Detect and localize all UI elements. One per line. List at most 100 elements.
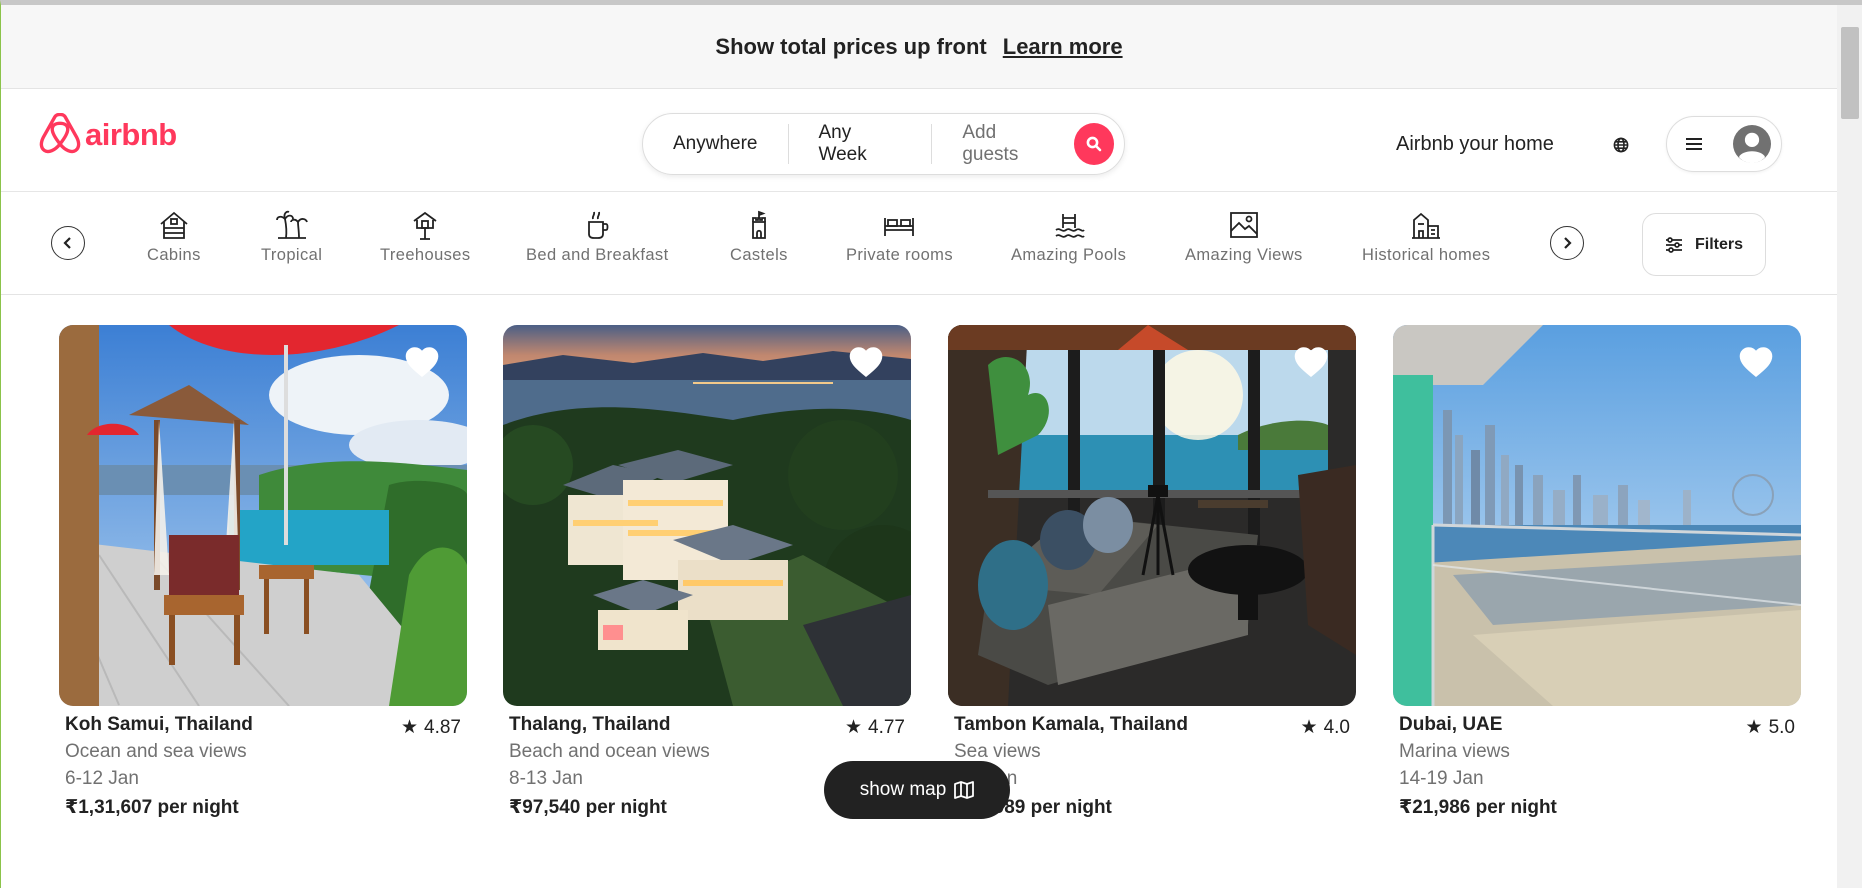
palm-tree-icon: [275, 210, 308, 239]
listing-rating: ★ 4.0: [1301, 716, 1350, 739]
listing-photo[interactable]: [59, 325, 467, 706]
globe-icon: [1613, 137, 1629, 153]
category-label: Private rooms: [846, 246, 953, 264]
listing-photo[interactable]: [503, 325, 911, 706]
rating-value: 4.77: [868, 716, 905, 738]
scrollbar-thumb[interactable]: [1841, 27, 1859, 119]
globe-button[interactable]: [1613, 137, 1629, 158]
category-tropical[interactable]: Tropical: [261, 210, 322, 265]
historical-home-icon: [1412, 212, 1441, 239]
map-icon: [954, 781, 975, 799]
category-label: Amazing Views: [1185, 246, 1303, 264]
listing-info: Dubai, UAE ★ 5.0 Marina views 14-19 Jan …: [1393, 706, 1801, 819]
search-button[interactable]: [1073, 123, 1114, 165]
rating-value: 4.87: [424, 716, 461, 738]
star-icon: ★: [400, 717, 419, 738]
category-label: Tropical: [261, 246, 323, 264]
star-icon: ★: [844, 717, 863, 738]
category-label: Amazing Pools: [1011, 246, 1127, 264]
star-icon: ★: [1300, 717, 1318, 738]
listing-image: [503, 325, 911, 706]
listing-photo[interactable]: [1393, 325, 1801, 706]
airbnb-your-home-link[interactable]: Airbnb your home: [1396, 133, 1554, 156]
listing-description: Ocean and sea views: [65, 741, 247, 762]
category-bar: Cabins Tropical Treehouses Bed and Break…: [1, 192, 1837, 295]
heart-icon[interactable]: [849, 347, 883, 377]
search-bar[interactable]: Anywhere Any Week Add guests: [642, 113, 1125, 175]
chevron-left-icon: [63, 237, 71, 249]
category-label: Historical homes: [1362, 246, 1491, 264]
treehouse-icon: [413, 211, 437, 240]
listing-info: Koh Samui, Thailand ★ 4.87 Ocean and sea…: [59, 706, 467, 819]
filters-icon: [1665, 236, 1682, 253]
search-icon: [1086, 136, 1102, 152]
listing-description: Sea views: [954, 741, 1041, 762]
category-label: Cabins: [147, 246, 201, 264]
listing-rating: ★ 4.87: [401, 716, 461, 739]
category-castels[interactable]: Castels: [730, 210, 788, 265]
castle-icon: [752, 210, 766, 239]
coffee-cup-icon: [588, 211, 609, 239]
listing-card[interactable]: Thalang, Thailand ★ 4.77 Beach and ocean…: [503, 325, 911, 819]
listing-info: Tambon Kamala, Thailand ★ 4.0 Sea views …: [948, 706, 1356, 819]
listing-image: [1393, 325, 1801, 706]
listing-location: Dubai, UAE: [1399, 714, 1503, 735]
filters-button[interactable]: Filters: [1642, 213, 1766, 276]
category-next-button[interactable]: [1550, 226, 1584, 260]
heart-icon[interactable]: [1739, 347, 1773, 377]
hamburger-icon: [1686, 138, 1702, 150]
logo-text: airbnb: [85, 117, 177, 152]
category-amazing-pools[interactable]: Amazing Pools: [1011, 210, 1126, 265]
category-prev-button[interactable]: [51, 226, 85, 260]
rating-value: 5.0: [1768, 716, 1795, 738]
listing-card[interactable]: Dubai, UAE ★ 5.0 Marina views 14-19 Jan …: [1393, 325, 1801, 819]
listing-dates: 14-19 Jan: [1399, 768, 1484, 789]
listing-rating: ★ 4.77: [845, 716, 905, 739]
airbnb-logo[interactable]: airbnb: [39, 113, 177, 157]
listing-location: Tambon Kamala, Thailand: [954, 714, 1189, 735]
show-map-label: show map: [859, 779, 947, 800]
listing-card[interactable]: Koh Samui, Thailand ★ 4.87 Ocean and sea…: [59, 325, 467, 819]
listing-description: Marina views: [1399, 741, 1510, 762]
chevron-right-icon: [1564, 237, 1572, 249]
listing-dates: 6-12 Jan: [65, 768, 139, 789]
category-treehouses[interactable]: Treehouses: [380, 210, 471, 265]
price-banner: Show total prices up front Learn more: [1, 5, 1837, 89]
listing-rating: ★ 5.0: [1746, 716, 1795, 739]
rating-value: 4.0: [1323, 716, 1350, 738]
listing-card[interactable]: Tambon Kamala, Thailand ★ 4.0 Sea views …: [948, 325, 1356, 819]
heart-icon[interactable]: [1294, 347, 1328, 377]
filters-label: Filters: [1694, 235, 1743, 253]
category-amazing-views[interactable]: Amazing Views: [1185, 210, 1303, 265]
category-bed-and-breakfast[interactable]: Bed and Breakfast: [526, 210, 669, 265]
header: airbnb Anywhere Any Week Add guests Airb…: [1, 89, 1837, 192]
listing-price: ₹21,986 per night: [1399, 797, 1557, 818]
pool-icon: [1055, 214, 1085, 238]
heart-icon[interactable]: [405, 347, 439, 377]
learn-more-link[interactable]: Learn more: [1003, 34, 1123, 60]
page-scrollbar[interactable]: [1837, 5, 1862, 888]
category-label: Bed and Breakfast: [526, 246, 669, 264]
listing-price: ₹1,31,607 per night: [65, 797, 239, 818]
user-menu-button[interactable]: [1666, 116, 1782, 172]
listing-price: ₹47,089 per night: [954, 797, 1112, 818]
page: Show total prices up front Learn more ai…: [0, 0, 1862, 888]
view-icon: [1229, 212, 1258, 238]
listing-dates: 1-6 Jan: [954, 768, 1350, 790]
listing-photo[interactable]: [948, 325, 1356, 706]
category-private-rooms[interactable]: Private rooms: [846, 210, 953, 265]
category-historical-homes[interactable]: Historical homes: [1362, 210, 1490, 265]
listing-image: [948, 325, 1356, 706]
search-where[interactable]: Anywhere: [643, 124, 789, 164]
listing-image: [59, 325, 467, 706]
search-when[interactable]: Any Week: [789, 122, 933, 165]
search-guests[interactable]: Add guests: [932, 122, 1073, 165]
listing-description: Beach and ocean views: [509, 741, 710, 762]
bed-icon: [884, 218, 915, 236]
category-label: Treehouses: [380, 246, 471, 264]
airbnb-logo-icon: [39, 113, 81, 154]
show-map-button[interactable]: show map: [824, 761, 1010, 819]
category-cabins[interactable]: Cabins: [147, 210, 201, 265]
star-icon: ★: [1745, 717, 1763, 738]
user-avatar-icon: [1733, 125, 1771, 163]
